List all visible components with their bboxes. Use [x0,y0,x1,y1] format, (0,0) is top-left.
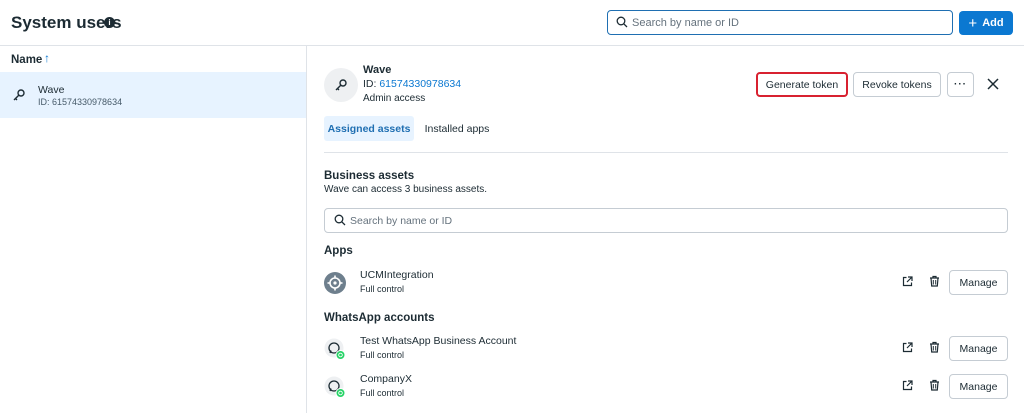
tab-assigned-assets[interactable]: Assigned assets [324,116,414,141]
key-icon [13,89,25,101]
external-link-icon[interactable] [902,276,913,287]
detail-name: Wave [363,64,392,76]
sidebar: Name ↑ Wave ID: 61574330978634 [0,46,307,413]
whatsapp-icon [324,338,346,360]
detail-id-value[interactable]: 61574330978634 [379,78,461,90]
key-icon [335,79,347,91]
detail-access: Admin access [363,93,426,104]
revoke-tokens-button[interactable]: Revoke tokens [853,72,941,97]
search-icon [334,214,346,226]
asset-permission: Full control [360,284,405,294]
trash-icon[interactable] [929,379,940,391]
detail-id: ID: 61574330978634 [363,78,461,90]
generate-token-button[interactable]: Generate token [756,72,848,97]
name-column-header[interactable]: Name [11,54,42,66]
list-item: UCMIntegration Full control Manage [324,268,1008,300]
list-item: Test WhatsApp Business Account Full cont… [324,334,1008,366]
apps-title: Apps [324,245,353,257]
manage-button[interactable]: Manage [949,336,1008,361]
whatsapp-accounts-title: WhatsApp accounts [324,312,435,324]
manage-button[interactable]: Manage [949,270,1008,295]
sidebar-item-name: Wave [38,84,65,96]
asset-name: Test WhatsApp Business Account [360,335,517,347]
info-icon[interactable]: i [104,17,115,28]
app-gear-icon [324,272,346,294]
trash-icon[interactable] [929,341,940,353]
list-item: CompanyX Full control Manage [324,372,1008,404]
header: System users i + Add [0,0,1024,46]
top-search-box[interactable] [607,10,953,35]
asset-name: UCMIntegration [360,269,434,281]
manage-button[interactable]: Manage [949,374,1008,399]
avatar [324,68,358,102]
trash-icon[interactable] [929,275,940,287]
divider [324,152,1008,153]
search-icon [616,16,628,28]
external-link-icon[interactable] [902,342,913,353]
arrow-up-icon[interactable]: ↑ [44,51,50,65]
asset-permission: Full control [360,350,405,360]
external-link-icon[interactable] [902,380,913,391]
business-assets-subtitle: Wave can access 3 business assets. [324,184,488,195]
close-icon[interactable] [986,77,1000,91]
top-search-input[interactable] [632,14,942,31]
asset-name: CompanyX [360,373,412,385]
business-assets-title: Business assets [324,170,415,182]
asset-permission: Full control [360,388,405,398]
plus-icon: + [968,14,978,32]
detail-id-label: ID: [363,78,380,90]
more-options-button[interactable]: ··· [947,72,974,97]
add-button-label: Add [982,17,1004,29]
asset-search-input[interactable] [350,212,990,229]
asset-search-box[interactable] [324,208,1008,233]
add-button[interactable]: + Add [959,11,1013,35]
whatsapp-icon [324,376,346,398]
sidebar-item-id: ID: 61574330978634 [38,97,123,107]
sidebar-item-wave[interactable]: Wave ID: 61574330978634 [0,72,306,118]
tab-installed-apps[interactable]: Installed apps [420,116,494,141]
